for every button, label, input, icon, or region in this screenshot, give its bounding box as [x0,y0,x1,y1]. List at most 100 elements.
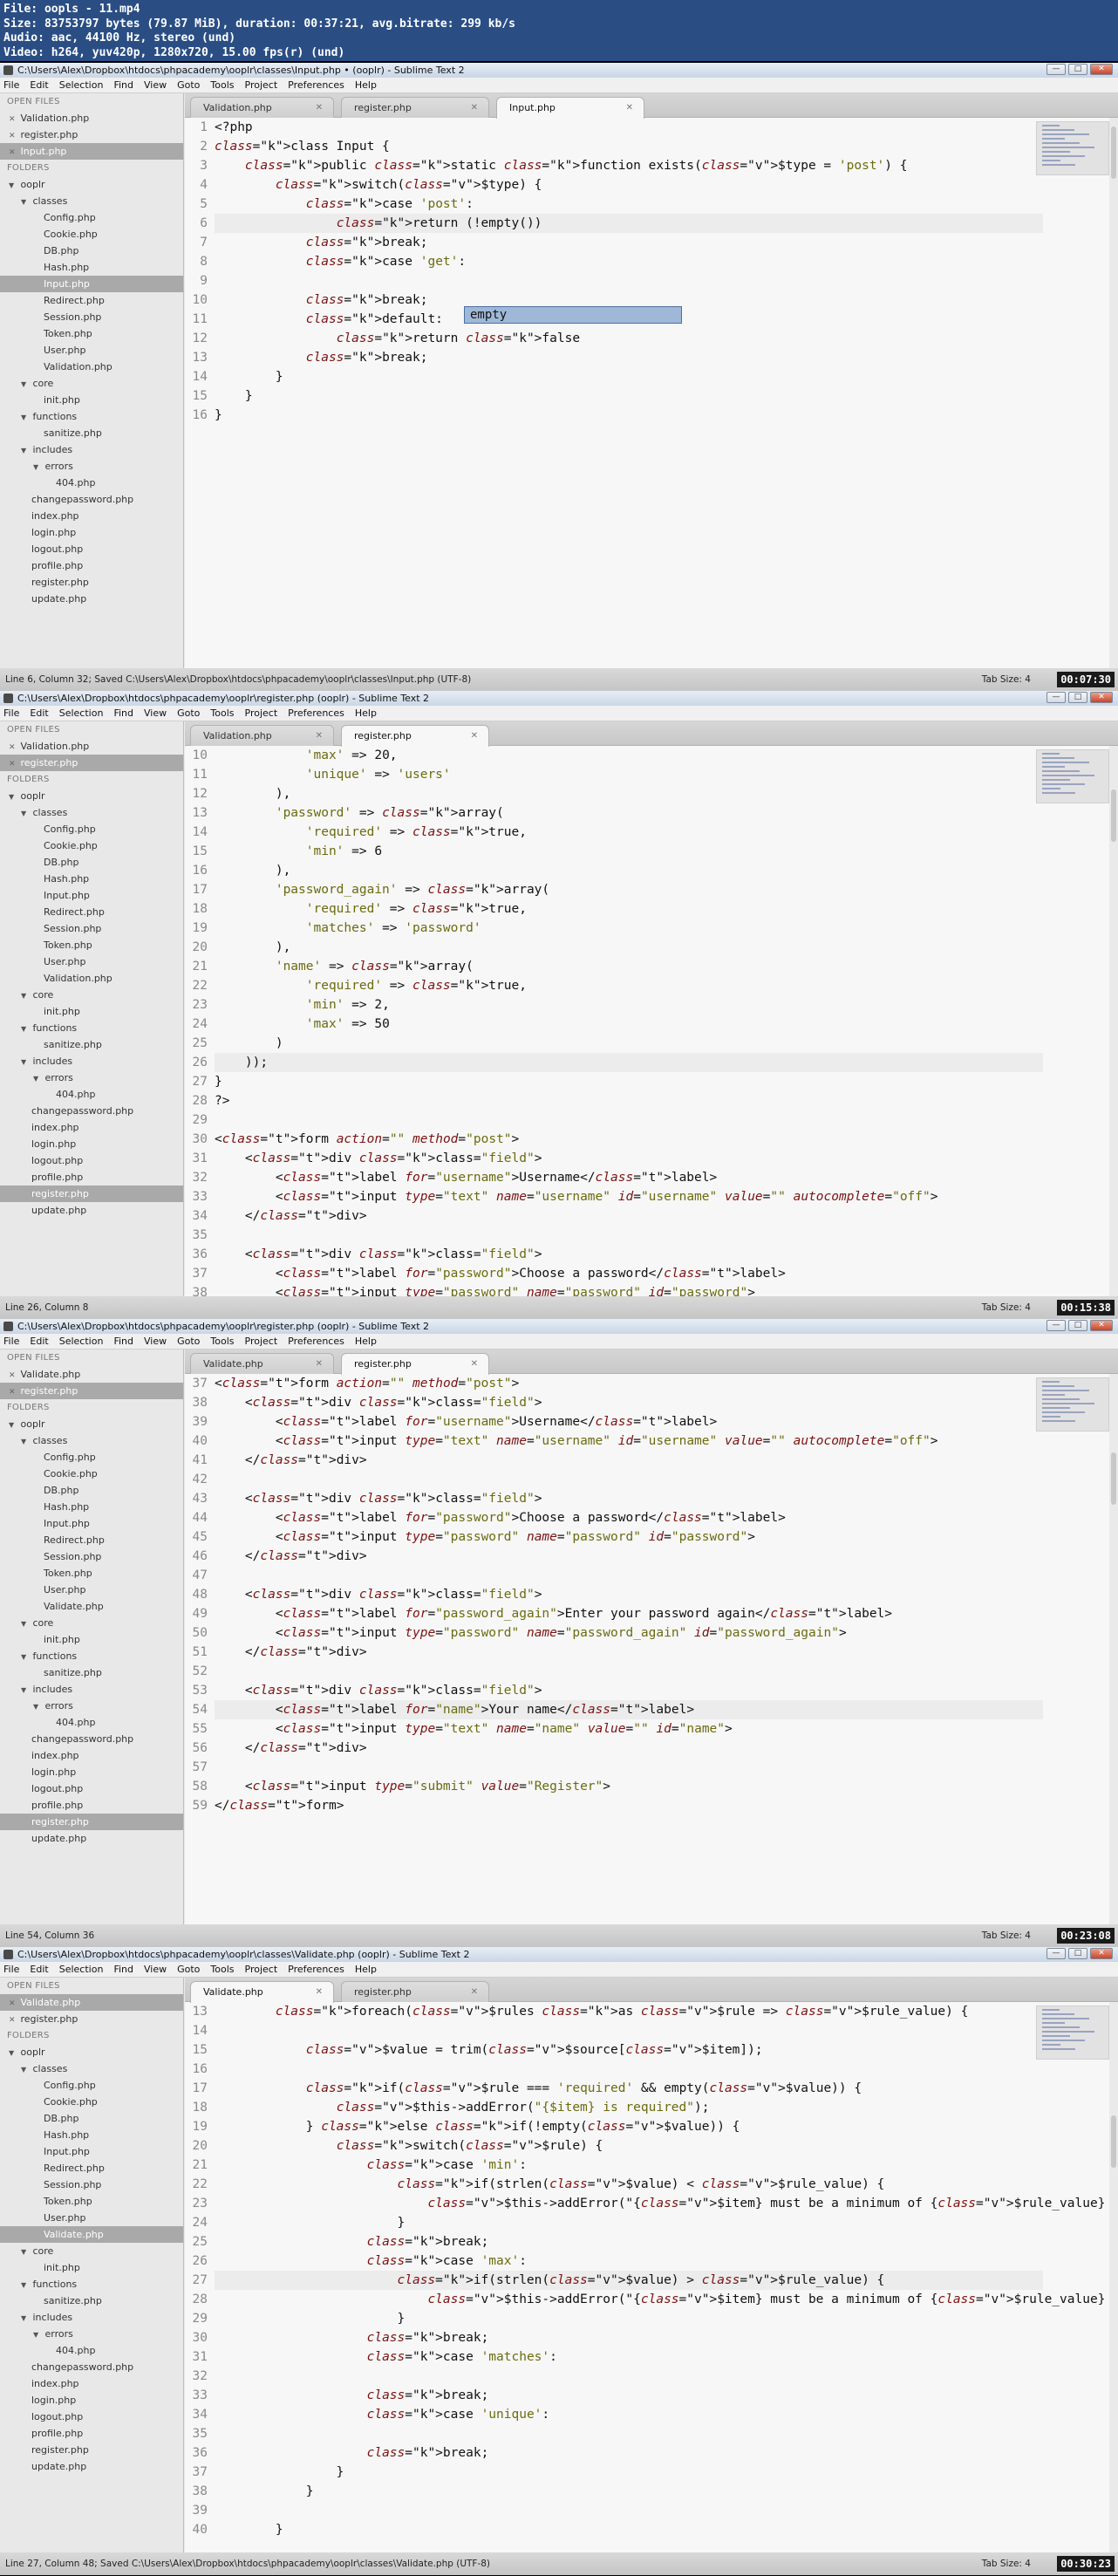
menu-project[interactable]: Project [245,1962,278,1977]
file-item[interactable]: Session.php [0,920,183,937]
folder-item[interactable]: ▼ core [0,2243,183,2259]
folder-expanded-icon[interactable]: ▼ [21,376,30,393]
menu-help[interactable]: Help [355,1962,377,1977]
menu-find[interactable]: Find [113,706,133,721]
folder-item[interactable]: ▼ functions [0,1648,183,1664]
file-item[interactable]: Cookie.php [0,837,183,854]
menu-goto[interactable]: Goto [177,706,200,721]
code-area[interactable]: class="k">foreach(class="v">$rules class… [215,2002,1118,2552]
menu-find[interactable]: Find [113,1334,133,1349]
scrollbar-thumb[interactable] [1111,1452,1116,1505]
tab-close-icon[interactable]: ✕ [471,1982,478,2002]
folder-expanded-icon[interactable]: ▼ [21,987,30,1004]
file-tab[interactable]: register.php ✕ [341,1981,489,2002]
vertical-scrollbar[interactable] [1109,746,1118,1296]
file-item[interactable]: sanitize.php [0,1036,183,1053]
folder-expanded-icon[interactable]: ▼ [9,2045,17,2061]
menu-view[interactable]: View [144,1334,167,1349]
menu-selection[interactable]: Selection [59,1334,104,1349]
folder-expanded-icon[interactable]: ▼ [21,1616,30,1632]
minimap[interactable] [1036,2005,1109,2060]
file-item[interactable]: 404.php [0,475,183,491]
file-item[interactable]: login.php [0,1764,183,1780]
maximize-button[interactable]: □ [1068,1320,1087,1331]
open-file-item[interactable]: ✕ register.php [0,2011,183,2027]
folder-expanded-icon[interactable]: ▼ [33,1698,42,1715]
tab-close-icon[interactable]: ✕ [471,98,478,118]
tab-close-icon[interactable]: ✕ [316,1982,323,2002]
file-item[interactable]: Hash.php [0,259,183,276]
menu-find[interactable]: Find [113,1962,133,1977]
file-item[interactable]: 404.php [0,1086,183,1103]
file-item[interactable]: Config.php [0,821,183,837]
tab-size[interactable]: Tab Size: 4 [982,1296,1031,1319]
minimap[interactable] [1036,121,1109,175]
tab-close-icon[interactable]: ✕ [626,98,633,118]
code-area[interactable]: <class="t">form action="" method="post">… [215,1374,1043,1924]
folder-item[interactable]: ▼ classes [0,2060,183,2077]
menu-edit[interactable]: Edit [30,706,48,721]
file-item[interactable]: changepassword.php [0,1731,183,1747]
menu-tools[interactable]: Tools [210,1334,234,1349]
file-item[interactable]: sanitize.php [0,1664,183,1681]
file-item[interactable]: Config.php [0,209,183,226]
folder-item[interactable]: ▼ includes [0,1053,183,1069]
autocomplete-popup[interactable]: empty [464,306,682,324]
vertical-scrollbar[interactable] [1109,2002,1118,2552]
folder-expanded-icon[interactable]: ▼ [21,1433,30,1450]
menu-edit[interactable]: Edit [30,1962,48,1977]
menu-selection[interactable]: Selection [59,78,104,92]
folder-item[interactable]: ▼ includes [0,441,183,458]
file-item[interactable]: profile.php [0,557,183,574]
tab-close-icon[interactable]: ✕ [316,1354,323,1374]
folder-expanded-icon[interactable]: ▼ [21,1682,30,1698]
minimize-button[interactable]: — [1046,1948,1066,1959]
menu-selection[interactable]: Selection [59,706,104,721]
tab-close-icon[interactable]: ✕ [471,726,478,746]
folder-item[interactable]: ▼ includes [0,1681,183,1698]
folder-item[interactable]: ▼ functions [0,2276,183,2292]
file-item[interactable]: changepassword.php [0,2359,183,2375]
open-file-item[interactable]: ✕ Validate.php [0,1994,183,2011]
menu-help[interactable]: Help [355,1334,377,1349]
menu-selection[interactable]: Selection [59,1962,104,1977]
folder-item[interactable]: ▼ ooplr [0,2044,183,2060]
file-item[interactable]: DB.php [0,1482,183,1499]
folder-expanded-icon[interactable]: ▼ [21,1054,30,1070]
file-item[interactable]: register.php [0,574,183,591]
menu-project[interactable]: Project [245,1334,278,1349]
menu-file[interactable]: File [3,78,19,92]
menu-file[interactable]: File [3,706,19,721]
file-tab[interactable]: register.php ✕ [341,1353,489,1375]
menu-view[interactable]: View [144,1962,167,1977]
folder-item[interactable]: ▼ classes [0,1432,183,1449]
folder-item[interactable]: ▼ errors [0,458,183,475]
file-item[interactable]: Validation.php [0,359,183,375]
file-item[interactable]: Cookie.php [0,226,183,243]
file-item[interactable]: Hash.php [0,1499,183,1515]
file-item[interactable]: Input.php [0,2143,183,2160]
menu-project[interactable]: Project [245,706,278,721]
folder-item[interactable]: ▼ errors [0,2326,183,2342]
menu-tools[interactable]: Tools [210,78,234,92]
menu-goto[interactable]: Goto [177,1962,200,1977]
menu-edit[interactable]: Edit [30,78,48,92]
file-item[interactable]: Input.php [0,276,183,292]
folder-item[interactable]: ▼ errors [0,1069,183,1086]
file-item[interactable]: User.php [0,2210,183,2226]
file-item[interactable]: register.php [0,1814,183,1830]
file-item[interactable]: update.php [0,1830,183,1847]
file-item[interactable]: login.php [0,2392,183,2409]
maximize-button[interactable]: □ [1068,1948,1087,1959]
minimize-button[interactable]: — [1046,1320,1066,1331]
file-item[interactable]: Validate.php [0,2226,183,2243]
menu-tools[interactable]: Tools [210,706,234,721]
file-tab[interactable]: Validation.php ✕ [190,725,334,746]
file-item[interactable]: profile.php [0,1169,183,1186]
folder-item[interactable]: ▼ core [0,987,183,1003]
file-item[interactable]: Cookie.php [0,1466,183,1482]
folder-expanded-icon[interactable]: ▼ [21,1021,30,1037]
file-item[interactable]: init.php [0,2259,183,2276]
file-item[interactable]: index.php [0,2375,183,2392]
tab-close-icon[interactable]: ✕ [316,98,323,118]
